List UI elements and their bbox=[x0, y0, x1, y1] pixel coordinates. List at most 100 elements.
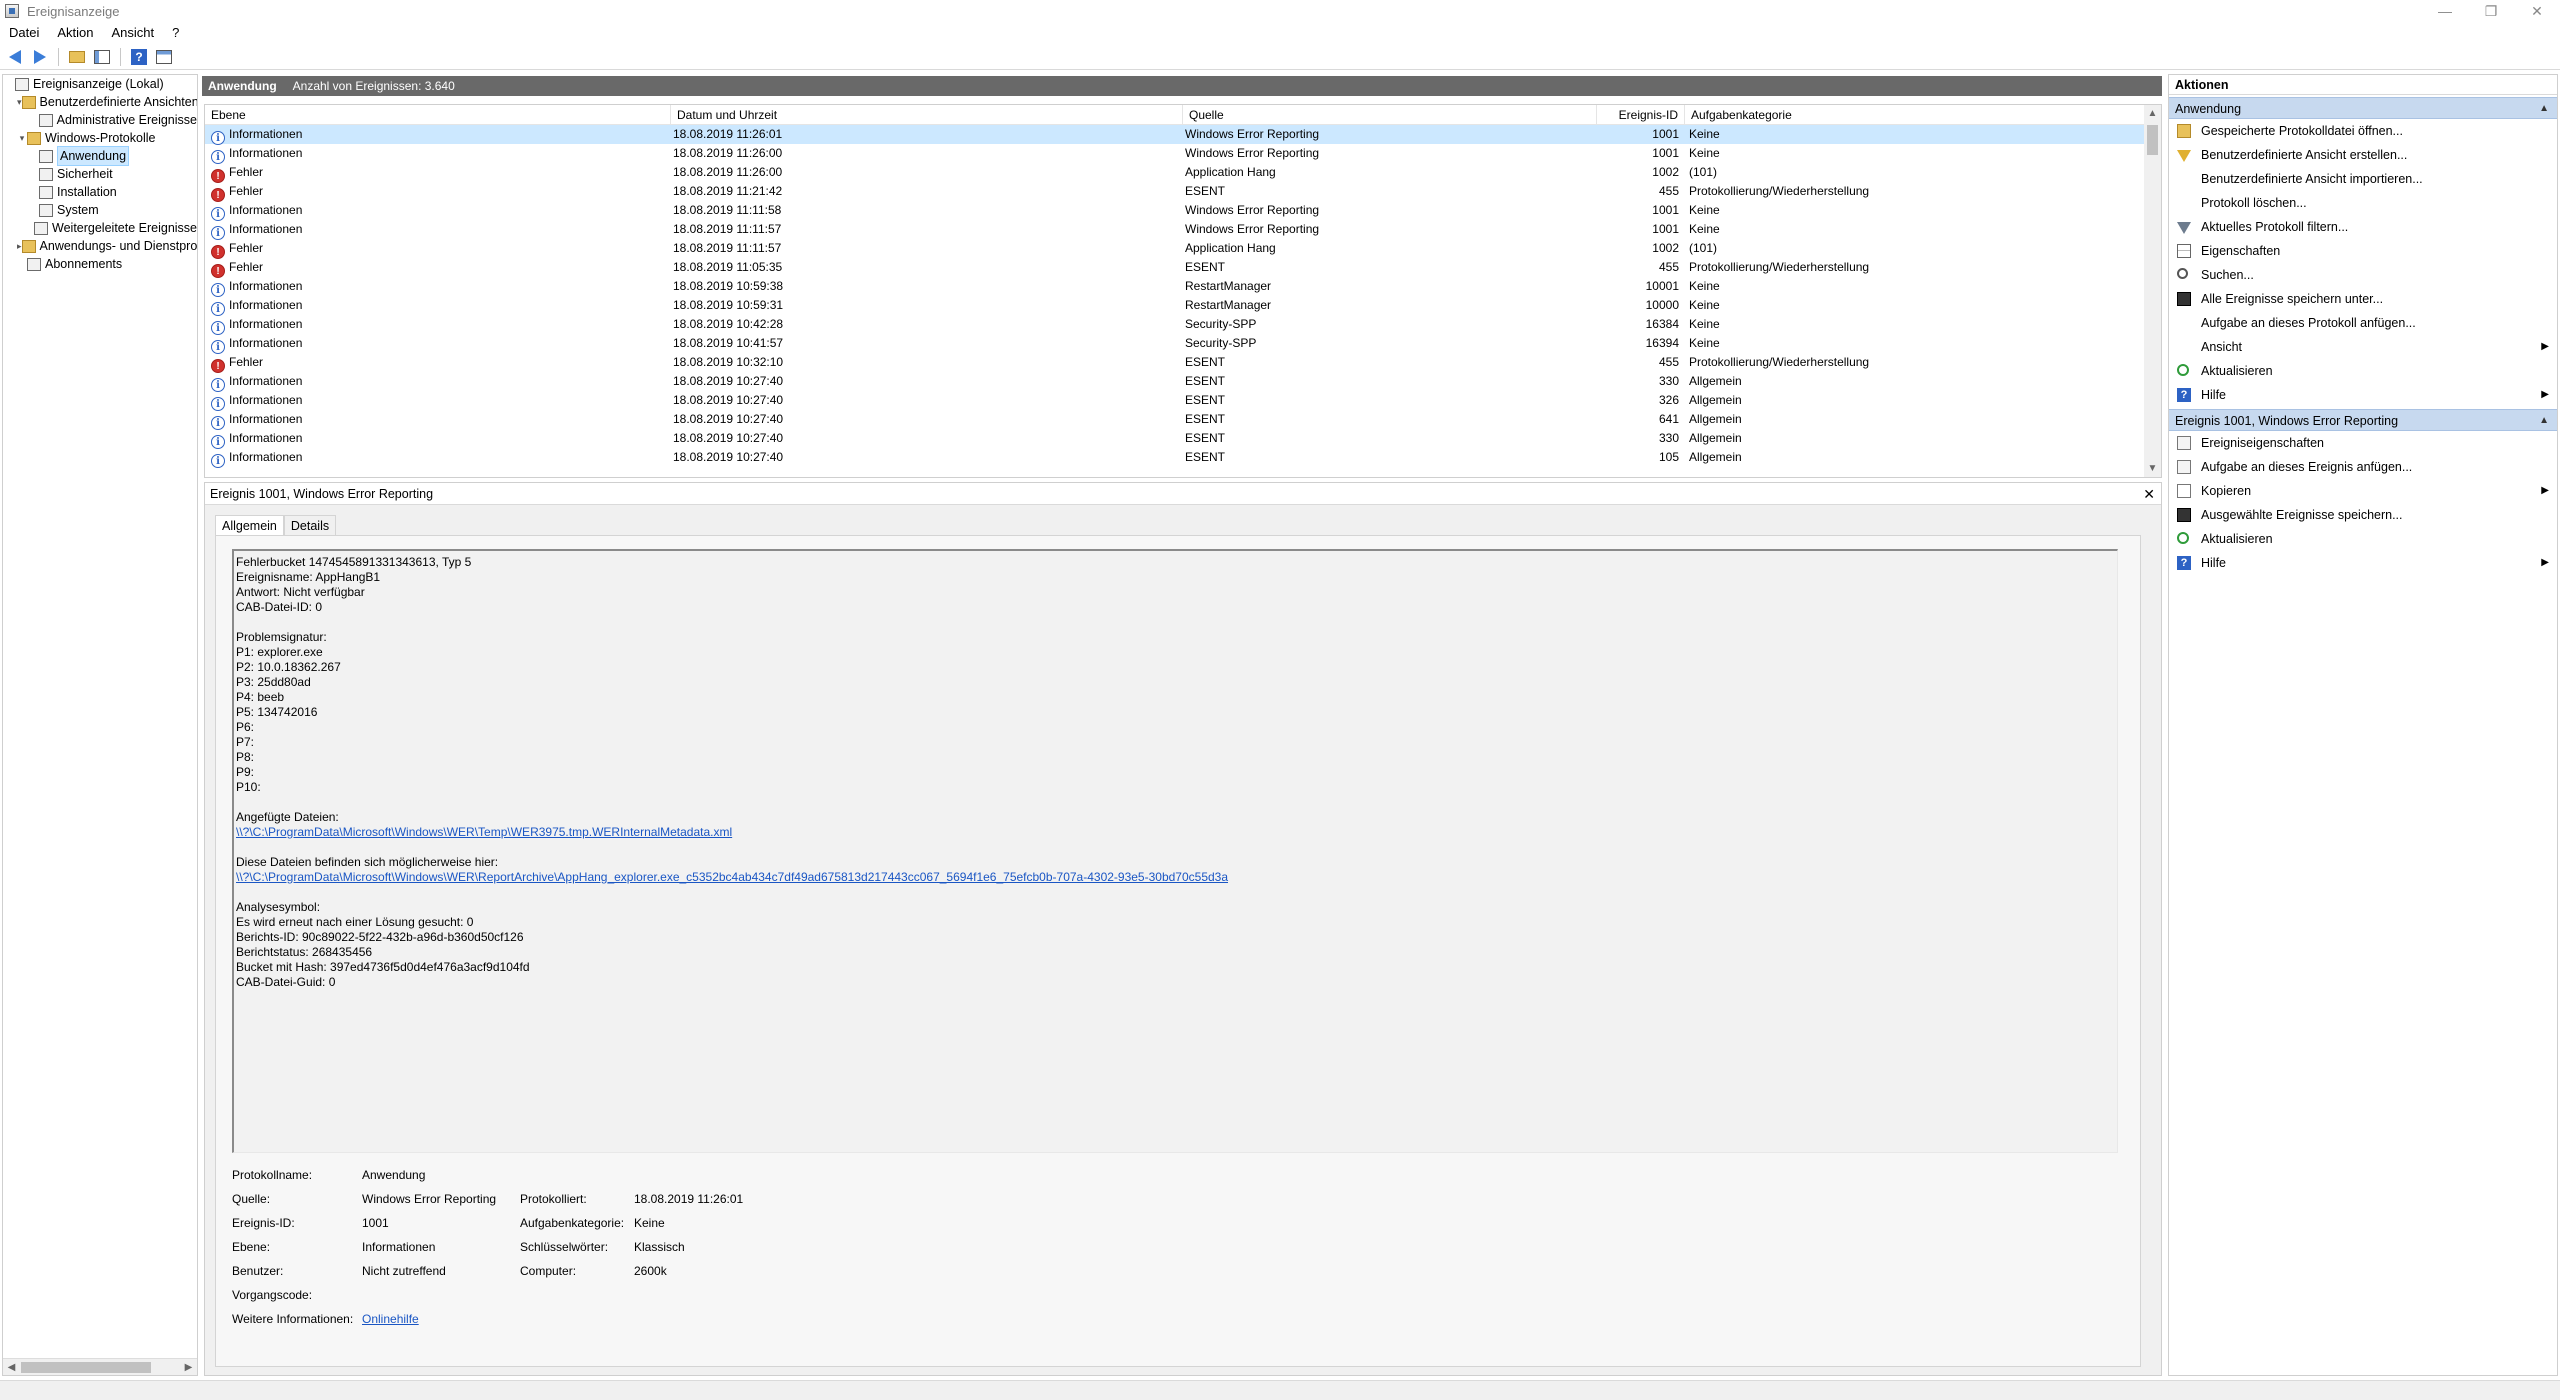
scroll-left-icon[interactable]: ◀ bbox=[3, 1362, 20, 1373]
collapse-icon[interactable]: ▲ bbox=[2539, 98, 2549, 120]
action-item[interactable]: Aufgabe an dieses Protokoll anfügen... bbox=[2169, 311, 2557, 335]
show-console-tree-button[interactable] bbox=[91, 46, 113, 68]
event-row[interactable]: i Informationen 18.08.2019 10:42:28 Securit… bbox=[205, 315, 2161, 335]
event-row[interactable]: i Informationen 18.08.2019 10:59:31 Restart… bbox=[205, 296, 2161, 316]
maximize-button[interactable]: ❐ bbox=[2468, 0, 2514, 22]
close-button[interactable]: ✕ bbox=[2514, 0, 2560, 22]
event-row[interactable]: ! Fehler 18.08.2019 11:21:42 ESENT 455 Protok… bbox=[205, 182, 2161, 202]
event-row[interactable]: i Informationen 18.08.2019 10:27:40 ESENT 10… bbox=[205, 448, 2161, 468]
cell-date: 18.08.2019 11:26:00 bbox=[673, 165, 783, 179]
action-item[interactable]: Aktualisieren bbox=[2169, 527, 2557, 551]
help-button[interactable]: ? bbox=[128, 46, 150, 68]
tree-item[interactable]: System bbox=[3, 201, 197, 219]
action-item[interactable]: Suchen... bbox=[2169, 263, 2557, 287]
back-button[interactable] bbox=[4, 46, 26, 68]
prop-label-computer: Computer: bbox=[520, 1264, 577, 1278]
scroll-up-icon[interactable]: ▲ bbox=[2144, 105, 2161, 122]
event-list[interactable]: Ebene Datum und Uhrzeit Quelle Ereignis-… bbox=[204, 104, 2162, 478]
event-row[interactable]: i Informationen 18.08.2019 10:27:40 ESENT 33… bbox=[205, 372, 2161, 392]
action-item[interactable]: Aktuelles Protokoll filtern... bbox=[2169, 215, 2557, 239]
up-button[interactable] bbox=[66, 46, 88, 68]
event-row[interactable]: i Informationen 18.08.2019 11:11:57 Windows… bbox=[205, 220, 2161, 240]
event-description[interactable]: Fehlerbucket 1474545891331343613, Typ 5E… bbox=[232, 549, 2118, 1153]
list-vertical-scrollbar[interactable]: ▲ ▼ bbox=[2144, 105, 2161, 477]
info-icon: i bbox=[211, 340, 225, 354]
action-item[interactable]: Ausgewählte Ereignisse speichern... bbox=[2169, 503, 2557, 527]
collapse-icon[interactable]: ▲ bbox=[2539, 410, 2549, 432]
show-hide-console-tree-icon bbox=[94, 49, 110, 64]
event-row[interactable]: i Informationen 18.08.2019 10:41:57 Securit… bbox=[205, 334, 2161, 354]
tab-allgemein[interactable]: Allgemein bbox=[215, 515, 284, 535]
online-help-link[interactable]: Onlinehilfe bbox=[362, 1312, 419, 1326]
action-item[interactable]: Alle Ereignisse speichern unter... bbox=[2169, 287, 2557, 311]
tree-item[interactable]: ▾ Benutzerdefinierte Ansichten bbox=[3, 93, 197, 111]
scrollbar-thumb[interactable] bbox=[2147, 125, 2158, 155]
column-header-date[interactable]: Datum und Uhrzeit bbox=[671, 105, 1183, 125]
menu-ansicht[interactable]: Ansicht bbox=[103, 22, 164, 44]
event-row[interactable]: ! Fehler 18.08.2019 11:26:00 Application Ha… bbox=[205, 163, 2161, 183]
event-row[interactable]: i Informationen 18.08.2019 11:26:00 Windows… bbox=[205, 144, 2161, 164]
file-path-link[interactable]: \\?\C:\ProgramData\Microsoft\Windows\WER… bbox=[236, 870, 2115, 885]
prop-label-keywords: Schlüsselwörter: bbox=[520, 1240, 609, 1254]
action-item[interactable]: Kopieren ▶ bbox=[2169, 479, 2557, 503]
detail-close-icon[interactable]: ✕ bbox=[2143, 483, 2155, 505]
action-item[interactable]: Aktualisieren bbox=[2169, 359, 2557, 383]
cell-source: Application Hang bbox=[1185, 165, 1276, 179]
event-row[interactable]: i Informationen 18.08.2019 10:27:40 ESENT 64… bbox=[205, 410, 2161, 430]
scroll-right-icon[interactable]: ▶ bbox=[180, 1362, 197, 1373]
scrollbar-thumb[interactable] bbox=[21, 1362, 151, 1373]
column-header-task-category[interactable]: Aufgabenkategorie bbox=[1685, 105, 2145, 125]
action-item[interactable]: Protokoll löschen... bbox=[2169, 191, 2557, 215]
event-row[interactable]: i Informationen 18.08.2019 10:27:40 ESENT 33… bbox=[205, 429, 2161, 449]
action-item[interactable]: ? Hilfe ▶ bbox=[2169, 383, 2557, 407]
action-item[interactable]: Benutzerdefinierte Ansicht erstellen... bbox=[2169, 143, 2557, 167]
scroll-down-icon[interactable]: ▼ bbox=[2144, 460, 2161, 477]
action-item[interactable]: Ereigniseigenschaften bbox=[2169, 431, 2557, 455]
open-folder-icon bbox=[2177, 124, 2191, 138]
event-row[interactable]: ! Fehler 18.08.2019 10:32:10 ESENT 455 Protok… bbox=[205, 353, 2161, 373]
action-item[interactable]: ? Hilfe ▶ bbox=[2169, 551, 2557, 575]
tree-item[interactable]: Installation bbox=[3, 183, 197, 201]
actions-section-header[interactable]: Ereignis 1001, Windows Error Reporting ▲ bbox=[2169, 409, 2557, 431]
action-item[interactable]: Eigenschaften bbox=[2169, 239, 2557, 263]
menu-help[interactable]: ? bbox=[163, 22, 188, 44]
column-header-level[interactable]: Ebene bbox=[205, 105, 671, 125]
minimize-button[interactable]: — bbox=[2422, 0, 2468, 22]
tab-details[interactable]: Details bbox=[283, 515, 337, 535]
tree-item[interactable]: Administrative Ereignisse bbox=[3, 111, 197, 129]
forward-button[interactable] bbox=[29, 46, 51, 68]
show-action-pane-button[interactable] bbox=[153, 46, 175, 68]
tree-item[interactable]: Anwendung bbox=[3, 146, 197, 166]
cell-source: Windows Error Reporting bbox=[1185, 222, 1320, 236]
file-path-link[interactable]: \\?\C:\ProgramData\Microsoft\Windows\WER… bbox=[236, 825, 2115, 840]
event-row[interactable]: i Informationen 18.08.2019 10:27:40 ESENT 32… bbox=[205, 391, 2161, 411]
action-item[interactable]: Aufgabe an dieses Ereignis anfügen... bbox=[2169, 455, 2557, 479]
event-row[interactable]: ! Fehler 18.08.2019 11:11:57 Application Ha… bbox=[205, 239, 2161, 259]
event-row[interactable]: ! Fehler 18.08.2019 11:05:35 ESENT 455 Protok… bbox=[205, 258, 2161, 278]
description-line: Es wird erneut nach einer Lösung gesucht… bbox=[236, 915, 474, 929]
tree-horizontal-scrollbar[interactable]: ◀ ▶ bbox=[3, 1358, 197, 1375]
expand-arrow-icon[interactable]: ▾ bbox=[17, 129, 27, 147]
cell-id: 105 bbox=[1658, 450, 1679, 464]
tree-item[interactable]: Ereignisanzeige (Lokal) bbox=[3, 75, 197, 93]
action-item[interactable]: Ansicht ▶ bbox=[2169, 335, 2557, 359]
column-header-event-id[interactable]: Ereignis-ID bbox=[1597, 105, 1685, 125]
actions-section-header[interactable]: Anwendung ▲ bbox=[2169, 97, 2557, 119]
column-header-source[interactable]: Quelle bbox=[1183, 105, 1597, 125]
action-item[interactable]: Benutzerdefinierte Ansicht importieren..… bbox=[2169, 167, 2557, 191]
prop-value-computer: 2600k bbox=[634, 1264, 667, 1278]
toolbar-separator bbox=[58, 47, 59, 66]
event-row[interactable]: i Informationen 18.08.2019 11:11:58 Windows… bbox=[205, 201, 2161, 221]
tree-item[interactable]: Sicherheit bbox=[3, 165, 197, 183]
event-row[interactable]: i Informationen 18.08.2019 10:59:38 Restart… bbox=[205, 277, 2161, 297]
tree-item[interactable]: ▾ Windows-Protokolle bbox=[3, 129, 197, 147]
event-row[interactable]: i Informationen 18.08.2019 11:26:01 Windows… bbox=[205, 125, 2161, 145]
tree-item[interactable]: ▸Anwendungs- und Dienstprotokolle bbox=[3, 237, 197, 255]
menu-aktion[interactable]: Aktion bbox=[48, 22, 102, 44]
tree-item[interactable]: Weitergeleitete Ereignisse bbox=[3, 219, 197, 237]
folder-icon bbox=[27, 131, 41, 145]
console-tree[interactable]: Ereignisanzeige (Lokal) ▾ Benutzerdefinier… bbox=[2, 74, 198, 1376]
menu-datei[interactable]: Datei bbox=[0, 22, 48, 44]
action-item[interactable]: Gespeicherte Protokolldatei öffnen... bbox=[2169, 119, 2557, 143]
tree-item[interactable]: Abonnements bbox=[3, 255, 197, 273]
